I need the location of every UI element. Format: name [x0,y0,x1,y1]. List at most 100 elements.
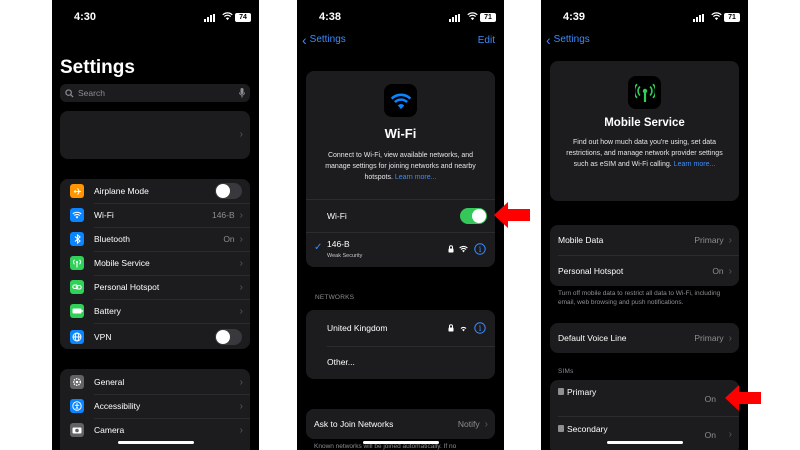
wifi-status-icon [222,12,233,21]
wifi-signal-icon [460,326,467,332]
ask-join-row[interactable]: Ask to Join Networks Notify › [306,412,495,436]
battery-status-icon: 74 [235,13,251,22]
info-icon[interactable]: i [474,243,486,255]
ask-join-group: Ask to Join Networks Notify › [306,409,495,439]
chevron-right-icon: › [239,424,243,436]
search-placeholder: Search [78,88,105,98]
settings-row-accessibility[interactable]: Accessibility › [60,394,250,418]
settings-row-wifi[interactable]: Wi-Fi 146-B › [60,203,250,227]
settings-row-label: Mobile Service [94,258,150,268]
chevron-right-icon: › [239,233,243,245]
settings-row-value: On [223,234,235,244]
camera-icon [70,423,84,437]
networks-group: United Kingdom i Other... [306,310,495,379]
other-network-label: Other... [327,357,355,367]
home-indicator [362,441,439,444]
settings-screen: 4:30 74 Settings Search › Airplane Mode … [52,0,259,450]
red-arrow-annotation [725,385,761,411]
wifi-title: Wi-Fi [384,126,417,141]
home-indicator [606,441,683,444]
status-bar: 4:30 74 [52,11,259,25]
network-row-other[interactable]: Other... [306,350,495,374]
back-button[interactable]: ‹ Settings [302,33,346,47]
chevron-left-icon: ‹ [546,31,551,48]
chevron-right-icon: › [239,209,243,221]
settings-row-value: 146-B [211,210,235,220]
wifi-signal-icon [459,245,468,253]
learn-more-link[interactable]: Learn more... [395,174,437,181]
mobile-data-label: Mobile Data [558,235,604,245]
default-voice-line-label: Default Voice Line [558,333,627,343]
settings-row-camera[interactable]: Camera › [60,418,250,442]
default-voice-line-row[interactable]: Default Voice Line Primary › [550,326,739,350]
chevron-right-icon: › [239,281,243,293]
page-title: Settings [60,57,135,78]
lock-icon [448,245,454,253]
back-button[interactable]: ‹ Settings [546,31,590,48]
wifi-description: Connect to Wi-Fi, view available network… [316,150,485,183]
wifi-toggle-label: Wi-Fi [327,211,347,221]
default-voice-line-value: Primary [694,333,724,343]
ask-join-label: Ask to Join Networks [314,419,394,429]
airplane-mode-toggle[interactable] [215,183,242,199]
battery-status-icon: 71 [480,13,496,22]
chevron-right-icon: › [239,305,243,317]
mobile-data-row[interactable]: Mobile Data Primary › [550,228,739,252]
status-bar: 4:39 71 [541,11,748,25]
signal-icon [204,14,215,22]
vpn-toggle[interactable] [215,329,242,345]
antenna-icon [70,256,84,270]
settings-row-label: Camera [94,425,125,435]
mobile-service-description: Find out how much data you're using, set… [561,137,728,170]
sim-secondary-value: On [704,430,716,440]
account-card[interactable]: › [60,111,250,159]
connected-network-security: Weak Security [327,253,363,259]
mobile-service-app-icon [628,76,661,109]
wifi-toggle-row: Wi-Fi [306,204,495,228]
chevron-right-icon: › [239,257,243,269]
red-arrow-annotation [494,202,530,228]
personal-hotspot-value: On [712,266,724,276]
mobile-service-title: Mobile Service [604,117,685,129]
edit-button[interactable]: Edit [478,35,495,46]
lock-icon [448,324,454,332]
personal-hotspot-row[interactable]: Personal Hotspot On › [550,259,739,283]
settings-row-battery[interactable]: Battery › [60,299,250,323]
settings-row-label: General [94,377,125,387]
battery-icon [70,304,84,318]
status-time: 4:30 [74,11,97,23]
link-icon [70,280,84,294]
settings-row-label: Bluetooth [94,234,130,244]
battery-status-icon: 71 [724,13,740,22]
chevron-right-icon: › [728,332,732,344]
settings-row-personal-hotspot[interactable]: Personal Hotspot › [60,275,250,299]
sim-icon [558,425,564,432]
chevron-right-icon: › [728,265,732,277]
ask-join-value: Notify [457,419,480,429]
settings-row-label: Battery [94,306,121,316]
settings-row-general[interactable]: General › [60,370,250,394]
mobile-service-info-card: Mobile Service Find out how much data yo… [550,61,739,201]
info-icon[interactable]: i [474,322,486,334]
sim-primary-label[interactable]: Primary [567,387,596,397]
search-input[interactable]: Search [60,84,250,102]
back-label: Settings [309,34,346,45]
connected-network-name[interactable]: 146-B [327,239,350,249]
microphone-icon[interactable] [239,88,245,98]
settings-row-bluetooth[interactable]: Bluetooth On › [60,227,250,251]
settings-row-label: Personal Hotspot [94,282,160,292]
chevron-right-icon: › [728,234,732,246]
airplane-icon [70,184,84,198]
chevron-right-icon: › [239,129,243,140]
wifi-toggle[interactable] [460,208,487,224]
wifi-status-icon [711,12,722,21]
chevron-right-icon: › [239,400,243,412]
search-icon [65,88,74,98]
svg-text:i: i [479,245,482,254]
settings-row-mobile-service[interactable]: Mobile Service › [60,251,250,275]
home-indicator [117,441,194,444]
network-name: United Kingdom [327,323,388,333]
general-group: General › Accessibility › Camera › [60,369,250,450]
sim-secondary-label[interactable]: Secondary [567,424,608,434]
learn-more-link[interactable]: Learn more... [674,161,716,168]
